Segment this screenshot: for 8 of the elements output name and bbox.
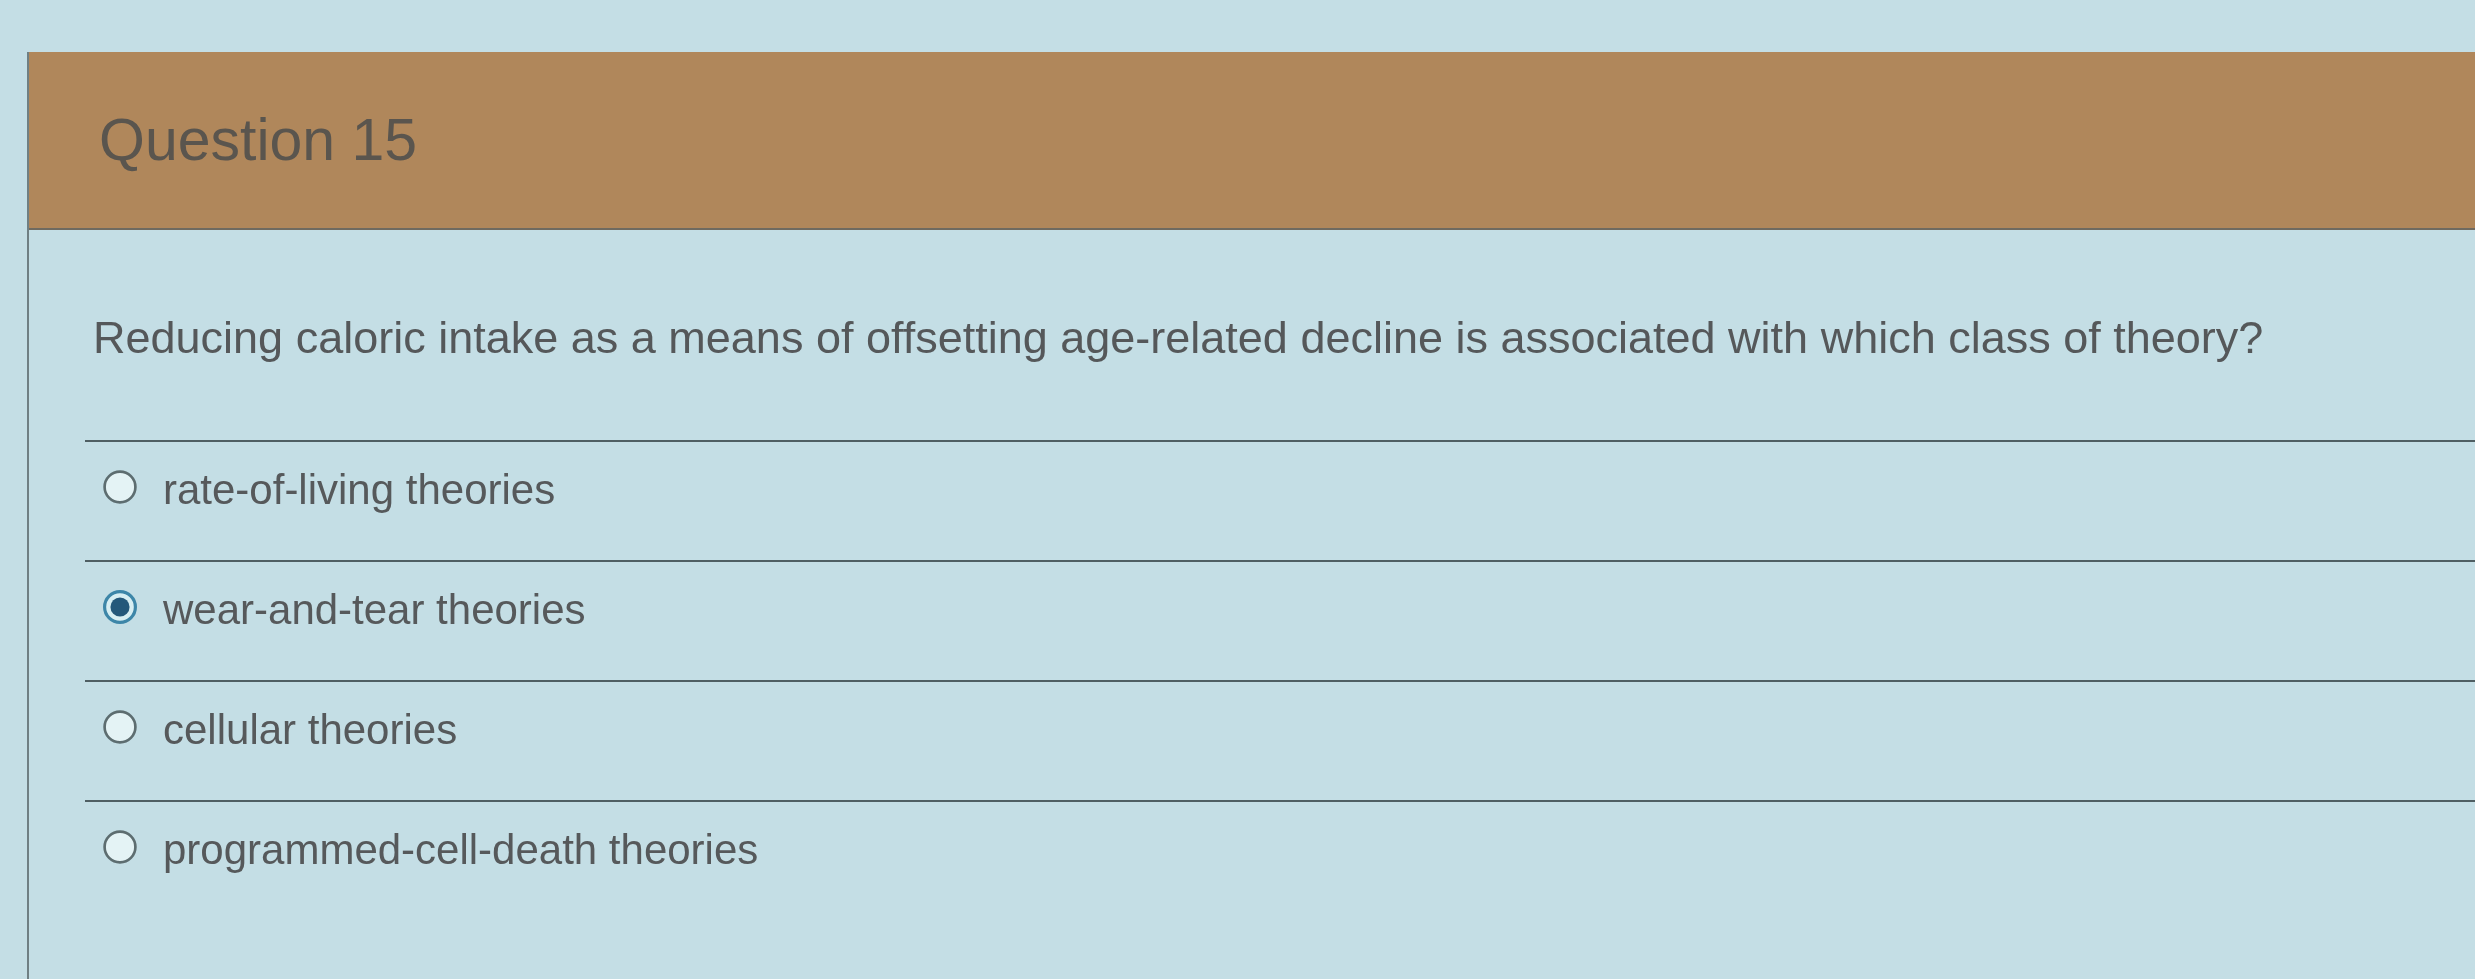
radio-button[interactable] (103, 590, 137, 624)
question-title: Question 15 (99, 110, 418, 170)
radio-button[interactable] (103, 470, 137, 504)
radio-button[interactable] (103, 710, 137, 744)
radio-button[interactable] (103, 830, 137, 864)
question-text: Reducing caloric intake as a means of offsetting age-related decline is associated with which class of theory? (93, 312, 2264, 364)
answer-label[interactable]: wear-and-tear theories (163, 590, 586, 630)
answer-label[interactable]: cellular theories (163, 710, 458, 750)
